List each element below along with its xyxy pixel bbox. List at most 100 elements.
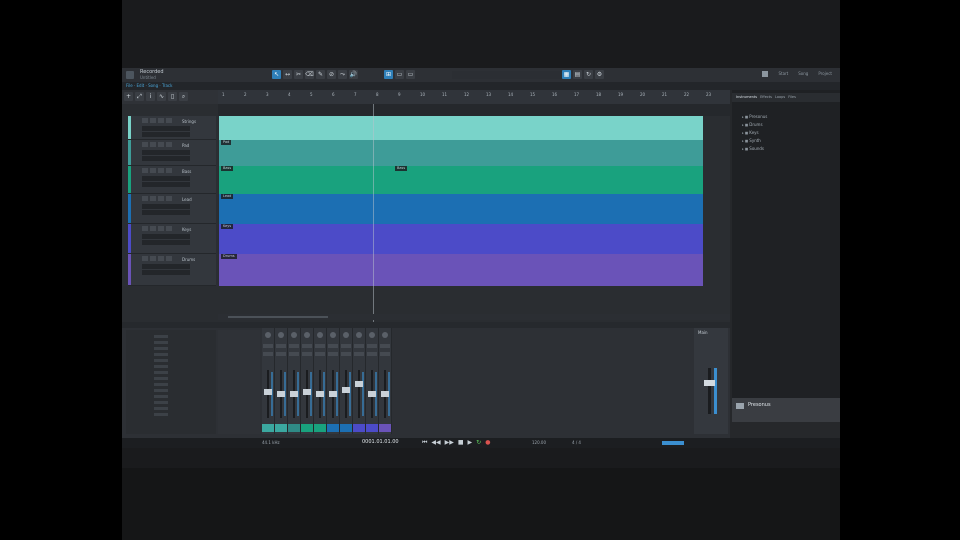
track-name[interactable]: Keys [182,227,191,232]
insert-slot[interactable] [276,344,286,348]
track-name[interactable]: Bass [182,169,191,174]
instrument-row[interactable] [154,340,212,345]
mute-button[interactable] [142,196,148,201]
instrument-row[interactable] [154,394,212,399]
fader-handle[interactable] [303,388,311,395]
main-fader-handle[interactable] [704,380,715,386]
instrument-row[interactable] [154,400,212,405]
song-link[interactable]: Song [798,71,808,77]
insert-slot[interactable] [302,344,312,348]
browser-folder[interactable]: Sounds [742,146,764,151]
instrument-row[interactable] [154,388,212,393]
track-clip[interactable]: Bass Bass [219,166,703,194]
settings-icon[interactable]: ⚙ [595,70,604,79]
monitor-button[interactable] [166,168,172,173]
track-output-field[interactable] [142,156,190,161]
pan-knob[interactable] [330,332,336,338]
channel-color-label[interactable] [262,424,274,432]
marker-lane[interactable] [218,104,730,116]
mute-button[interactable] [142,168,148,173]
eraser-tool-icon[interactable]: ⌫ [305,70,314,79]
track-name[interactable]: Lead [182,197,192,202]
track-header[interactable]: Keys [128,224,216,254]
pan-knob[interactable] [317,332,323,338]
instrument-row[interactable] [154,406,212,411]
pan-knob[interactable] [291,332,297,338]
folder-icon[interactable]: ▯ [168,92,177,101]
monitor-button[interactable] [166,118,172,123]
loop-icon[interactable]: ↻ [476,439,481,447]
pan-knob[interactable] [343,332,349,338]
solo-button[interactable] [150,256,156,261]
insert-slot[interactable] [354,344,364,348]
track-clip[interactable]: Keys [219,224,703,254]
channel-color-label[interactable] [379,424,391,432]
fader-handle[interactable] [329,391,337,397]
track-input-field[interactable] [142,150,190,155]
mute-button[interactable] [142,256,148,261]
instrument-row[interactable] [154,346,212,351]
paint-tool-icon[interactable]: ✎ [316,70,325,79]
fader-handle[interactable] [342,386,350,393]
pan-knob[interactable] [304,332,310,338]
browser-folder[interactable]: Synth [742,138,761,143]
insert-slot[interactable] [341,344,351,348]
fader-handle[interactable] [316,391,324,397]
rewind-icon[interactable]: ⏮ [422,439,427,447]
solo-button[interactable] [150,168,156,173]
mute-tool-icon[interactable]: ⊘ [327,70,336,79]
transport-time[interactable]: 0001.01.01.00 [362,439,399,445]
send-slot[interactable] [276,352,286,356]
bend-tool-icon[interactable]: ⤳ [338,70,347,79]
track-output-field[interactable] [142,132,190,137]
fader-handle[interactable] [368,391,376,397]
tab-files[interactable]: Files [788,93,796,102]
mute-button[interactable] [142,226,148,231]
solo-button[interactable] [150,142,156,147]
monitor-button[interactable] [166,196,172,201]
channel-color-label[interactable] [327,424,339,432]
track-input-field[interactable] [142,234,190,239]
instrument-row[interactable] [154,382,212,387]
pan-knob[interactable] [369,332,375,338]
insert-slot[interactable] [289,344,299,348]
breadcrumb[interactable]: File · Edit · Song · Track [126,83,172,88]
insert-slot[interactable] [263,344,273,348]
track-output-field[interactable] [142,270,190,275]
send-slot[interactable] [380,352,390,356]
fader-handle[interactable] [381,391,389,397]
instrument-row[interactable] [154,364,212,369]
insert-slot[interactable] [367,344,377,348]
playhead-cursor[interactable] [373,104,374,322]
track-clip[interactable]: Lead [219,194,703,224]
tab-instruments[interactable]: Instruments [736,93,757,102]
project-link[interactable]: Project [818,71,832,77]
listen-tool-icon[interactable]: 🔊 [349,70,358,79]
send-slot[interactable] [341,352,351,356]
record-arm-button[interactable] [158,168,164,173]
track-name[interactable]: Pad [182,143,189,148]
channel-color-label[interactable] [353,424,365,432]
pan-knob[interactable] [382,332,388,338]
insert-slot[interactable] [380,344,390,348]
grid-icon[interactable]: ▦ [562,70,571,79]
user-icon[interactable] [762,71,769,77]
solo-button[interactable] [150,226,156,231]
automation-icon[interactable]: ∿ [157,92,166,101]
send-slot[interactable] [328,352,338,356]
loop-toggle-icon[interactable]: ↻ [584,70,593,79]
pan-knob[interactable] [265,332,271,338]
browser-folder[interactable]: Drums [742,122,762,127]
fader-handle[interactable] [264,388,272,395]
send-slot[interactable] [263,352,273,356]
signature-display[interactable]: 4 / 4 [572,440,581,445]
track-input-field[interactable] [142,176,190,181]
send-slot[interactable] [289,352,299,356]
inspector-icon[interactable]: i [146,92,155,101]
send-slot[interactable] [302,352,312,356]
instrument-row[interactable] [154,358,212,363]
solo-button[interactable] [150,118,156,123]
back-icon[interactable]: ◀◀ [431,439,440,447]
monitor-button[interactable] [166,256,172,261]
split-tool-icon[interactable]: ✂ [294,70,303,79]
